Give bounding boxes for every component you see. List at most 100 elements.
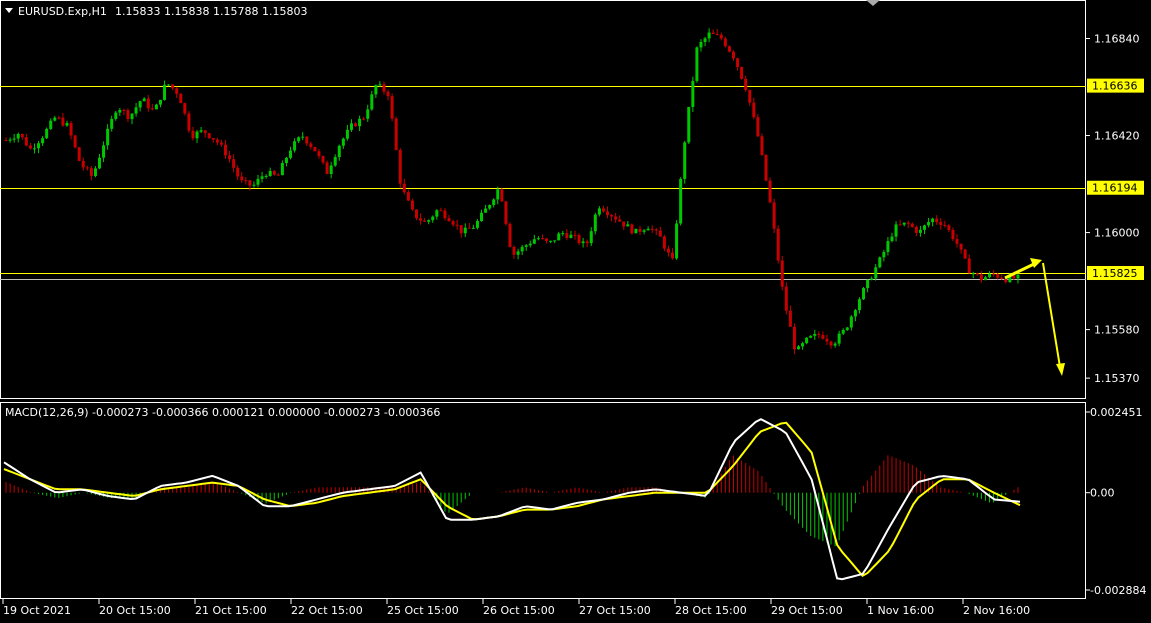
candle-body [508, 223, 512, 247]
candle-body [12, 138, 16, 140]
candle-body [951, 229, 955, 240]
trading-chart[interactable]: 1.16840 1.16420 1.16000 1.15580 1.15370 1.166… [0, 0, 1151, 619]
macd-tick-label: 0.002451 [1090, 406, 1143, 419]
candle-body [853, 310, 857, 317]
candle-body [130, 113, 134, 120]
candle-body [536, 238, 540, 240]
candle-body [565, 233, 569, 238]
candle-body [666, 248, 670, 253]
symbol-label: EURUSD.Exp,H1 [18, 5, 107, 18]
candle-body [496, 189, 500, 200]
candle-body [345, 129, 349, 139]
candle-body [89, 168, 93, 176]
macd-histogram [5, 455, 1019, 547]
candle-body [658, 230, 662, 237]
candle-body [581, 241, 585, 244]
candle-body [1000, 277, 1004, 280]
candle-body [435, 210, 439, 217]
candle-body [228, 155, 232, 160]
candle-body [569, 234, 573, 238]
candle-body [634, 228, 638, 234]
candle-body [687, 106, 691, 143]
macd-tick-label: 0.00 [1090, 487, 1115, 500]
candle-body [163, 84, 167, 100]
candle-body [845, 327, 849, 331]
candle-body [898, 224, 902, 226]
candle-body [748, 90, 752, 103]
chart-shift-marker-icon[interactable] [866, 0, 880, 6]
candle-body [203, 130, 207, 134]
price-tick-label: 1.15370 [1094, 372, 1140, 385]
candle-body [752, 102, 756, 118]
candle-body [61, 117, 65, 126]
candle-body [175, 88, 179, 94]
candle-body [573, 234, 577, 236]
candle-body [967, 258, 971, 274]
candle-body [1016, 274, 1020, 279]
candle-body [223, 144, 227, 156]
candle-body [301, 136, 305, 138]
candle-body [309, 143, 313, 147]
candle-body [280, 163, 284, 176]
candle-body [886, 241, 890, 252]
candle-body [154, 104, 158, 110]
candle-body [646, 228, 650, 231]
candle-body [484, 208, 488, 213]
caret-down-icon[interactable] [5, 8, 13, 13]
price-tick-label: 1.16840 [1094, 32, 1140, 45]
candle-body [837, 333, 841, 344]
candle-body [512, 246, 516, 255]
candle-body [183, 103, 187, 114]
signal-line [3, 421, 1021, 577]
price-tick-label: 1.16420 [1094, 130, 1140, 143]
candle-body [455, 224, 459, 226]
candle-body [906, 222, 910, 224]
candle-body [447, 218, 451, 222]
arrowhead-down-icon [1056, 363, 1065, 376]
candle-body [211, 138, 215, 140]
candle-body [73, 135, 77, 148]
candle-body [792, 326, 796, 350]
candle-body [410, 200, 414, 210]
candle-body [801, 343, 805, 347]
candle-body [264, 175, 268, 177]
candle-body [679, 178, 683, 224]
candle-body [4, 140, 8, 142]
candle-body [77, 147, 81, 161]
level-price-label: 1.15825 [1092, 267, 1138, 280]
candle-body [366, 109, 370, 119]
candle-body [297, 137, 301, 142]
candle-body [341, 138, 345, 146]
candle-body [354, 123, 358, 127]
candle-body [727, 46, 731, 52]
candle-body [618, 219, 622, 222]
time-tick-label: 2 Nov 16:00 [963, 604, 1030, 617]
candle-body [167, 84, 171, 86]
chart-canvas[interactable]: 1.16840 1.16420 1.16000 1.15580 1.15370 1.166… [0, 0, 1151, 619]
candle-body [467, 227, 471, 229]
candle-body [337, 145, 341, 158]
candlesticks [4, 28, 1020, 355]
candle-body [20, 133, 24, 138]
candle-body [471, 227, 475, 229]
time-tick-label: 25 Oct 15:00 [387, 604, 459, 617]
candle-body [870, 278, 874, 280]
candle-body [597, 208, 601, 215]
macd-header: MACD(12,26,9) -0.000273 -0.000366 0.0001… [5, 406, 440, 419]
candle-body [797, 346, 801, 350]
candle-body [736, 58, 740, 68]
candle-body [16, 133, 20, 139]
forecast-up-arrow[interactable] [1004, 262, 1035, 280]
candle-body [882, 251, 886, 258]
forecast-down-arrow[interactable] [1042, 262, 1061, 368]
candle-body [248, 180, 252, 186]
candle-body [32, 148, 36, 150]
candle-body [65, 123, 69, 126]
candle-body [545, 238, 549, 242]
time-tick-label: 28 Oct 15:00 [675, 604, 747, 617]
macd-tick-label: -0.002884 [1090, 584, 1146, 597]
candle-body [585, 241, 589, 244]
candle-body [849, 316, 853, 328]
candle-body [516, 251, 520, 255]
candle-body [195, 131, 199, 139]
